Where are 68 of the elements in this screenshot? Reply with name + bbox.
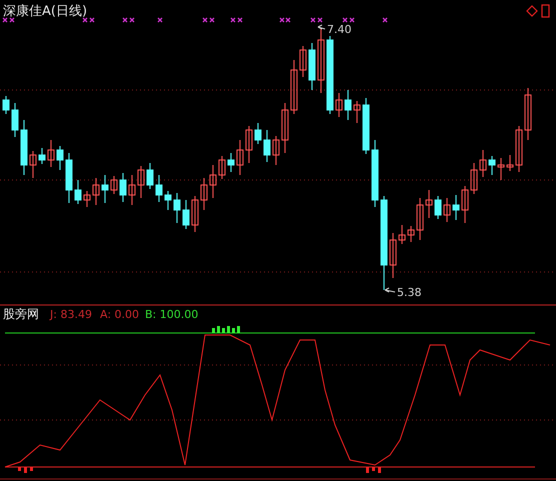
falling-candlestick [228, 152, 234, 172]
falling-candlestick [488, 156, 496, 176]
rising-candlestick [30, 150, 36, 178]
rising-candlestick [290, 60, 298, 114]
rising-candlestick [210, 164, 216, 198]
rising-candlestick [246, 126, 252, 164]
indicator-name: 股旁网 [3, 307, 39, 321]
falling-candlestick [164, 190, 172, 210]
falling-candlestick [344, 90, 352, 120]
rising-candlestick [390, 232, 396, 278]
rising-candlestick [398, 224, 406, 244]
rising-candlestick [498, 158, 504, 180]
rising-candlestick [84, 190, 90, 208]
falling-candlestick [362, 98, 370, 154]
rising-candlestick [128, 174, 136, 206]
rising-candlestick [416, 198, 424, 240]
falling-candlestick [12, 102, 18, 138]
falling-candlestick [66, 152, 72, 204]
falling-candlestick [452, 194, 460, 220]
rising-candlestick [48, 140, 54, 168]
indicator-value: J: 83.49 [50, 308, 92, 321]
rising-candlestick [444, 198, 450, 222]
diamond-icon[interactable] [526, 5, 538, 17]
rising-candlestick [92, 178, 100, 206]
rising-candlestick [480, 150, 486, 178]
falling-candlestick [372, 140, 378, 208]
leader-line [318, 24, 326, 30]
rising-candlestick [236, 140, 244, 176]
falling-candlestick [308, 42, 316, 90]
rising-candlestick [318, 28, 324, 94]
falling-candlestick [56, 146, 64, 170]
rising-candlestick [524, 88, 532, 140]
rising-candlestick [282, 102, 288, 154]
rising-candlestick [218, 156, 226, 180]
rising-candlestick [516, 126, 522, 172]
falling-candlestick [74, 180, 82, 204]
falling-candlestick [2, 96, 10, 114]
falling-candlestick [146, 162, 154, 190]
falling-candlestick [156, 174, 162, 202]
rising-candlestick [300, 46, 306, 78]
indicator-value: B: 100.00 [145, 308, 198, 321]
rising-candlestick [470, 162, 478, 194]
falling-candlestick [174, 192, 180, 224]
falling-candlestick [20, 120, 28, 176]
low-price-label: 5.38 [397, 286, 422, 299]
falling-candlestick [38, 148, 46, 164]
falling-candlestick [254, 122, 262, 144]
indicator-value: A: 0.00 [100, 308, 140, 321]
rising-candlestick [408, 226, 414, 242]
falling-candlestick [264, 130, 270, 162]
rising-candlestick [462, 186, 468, 224]
falling-candlestick [102, 174, 108, 204]
falling-candlestick [120, 172, 126, 202]
falling-candlestick [182, 200, 190, 230]
rising-candlestick [110, 176, 118, 194]
rising-candlestick [272, 136, 280, 166]
high-price-label: 7.40 [327, 23, 352, 36]
falling-candlestick [434, 196, 442, 220]
rising-candlestick [200, 178, 208, 210]
leader-line [384, 288, 396, 292]
rising-candlestick [336, 92, 342, 118]
rising-candlestick [192, 196, 198, 232]
rising-candlestick [354, 100, 360, 124]
rectangle-icon[interactable] [541, 4, 550, 18]
rising-candlestick [138, 166, 144, 198]
rising-candlestick [426, 190, 432, 218]
stock-title: 深康佳A(日线) [3, 4, 88, 19]
rising-candlestick [506, 154, 514, 172]
